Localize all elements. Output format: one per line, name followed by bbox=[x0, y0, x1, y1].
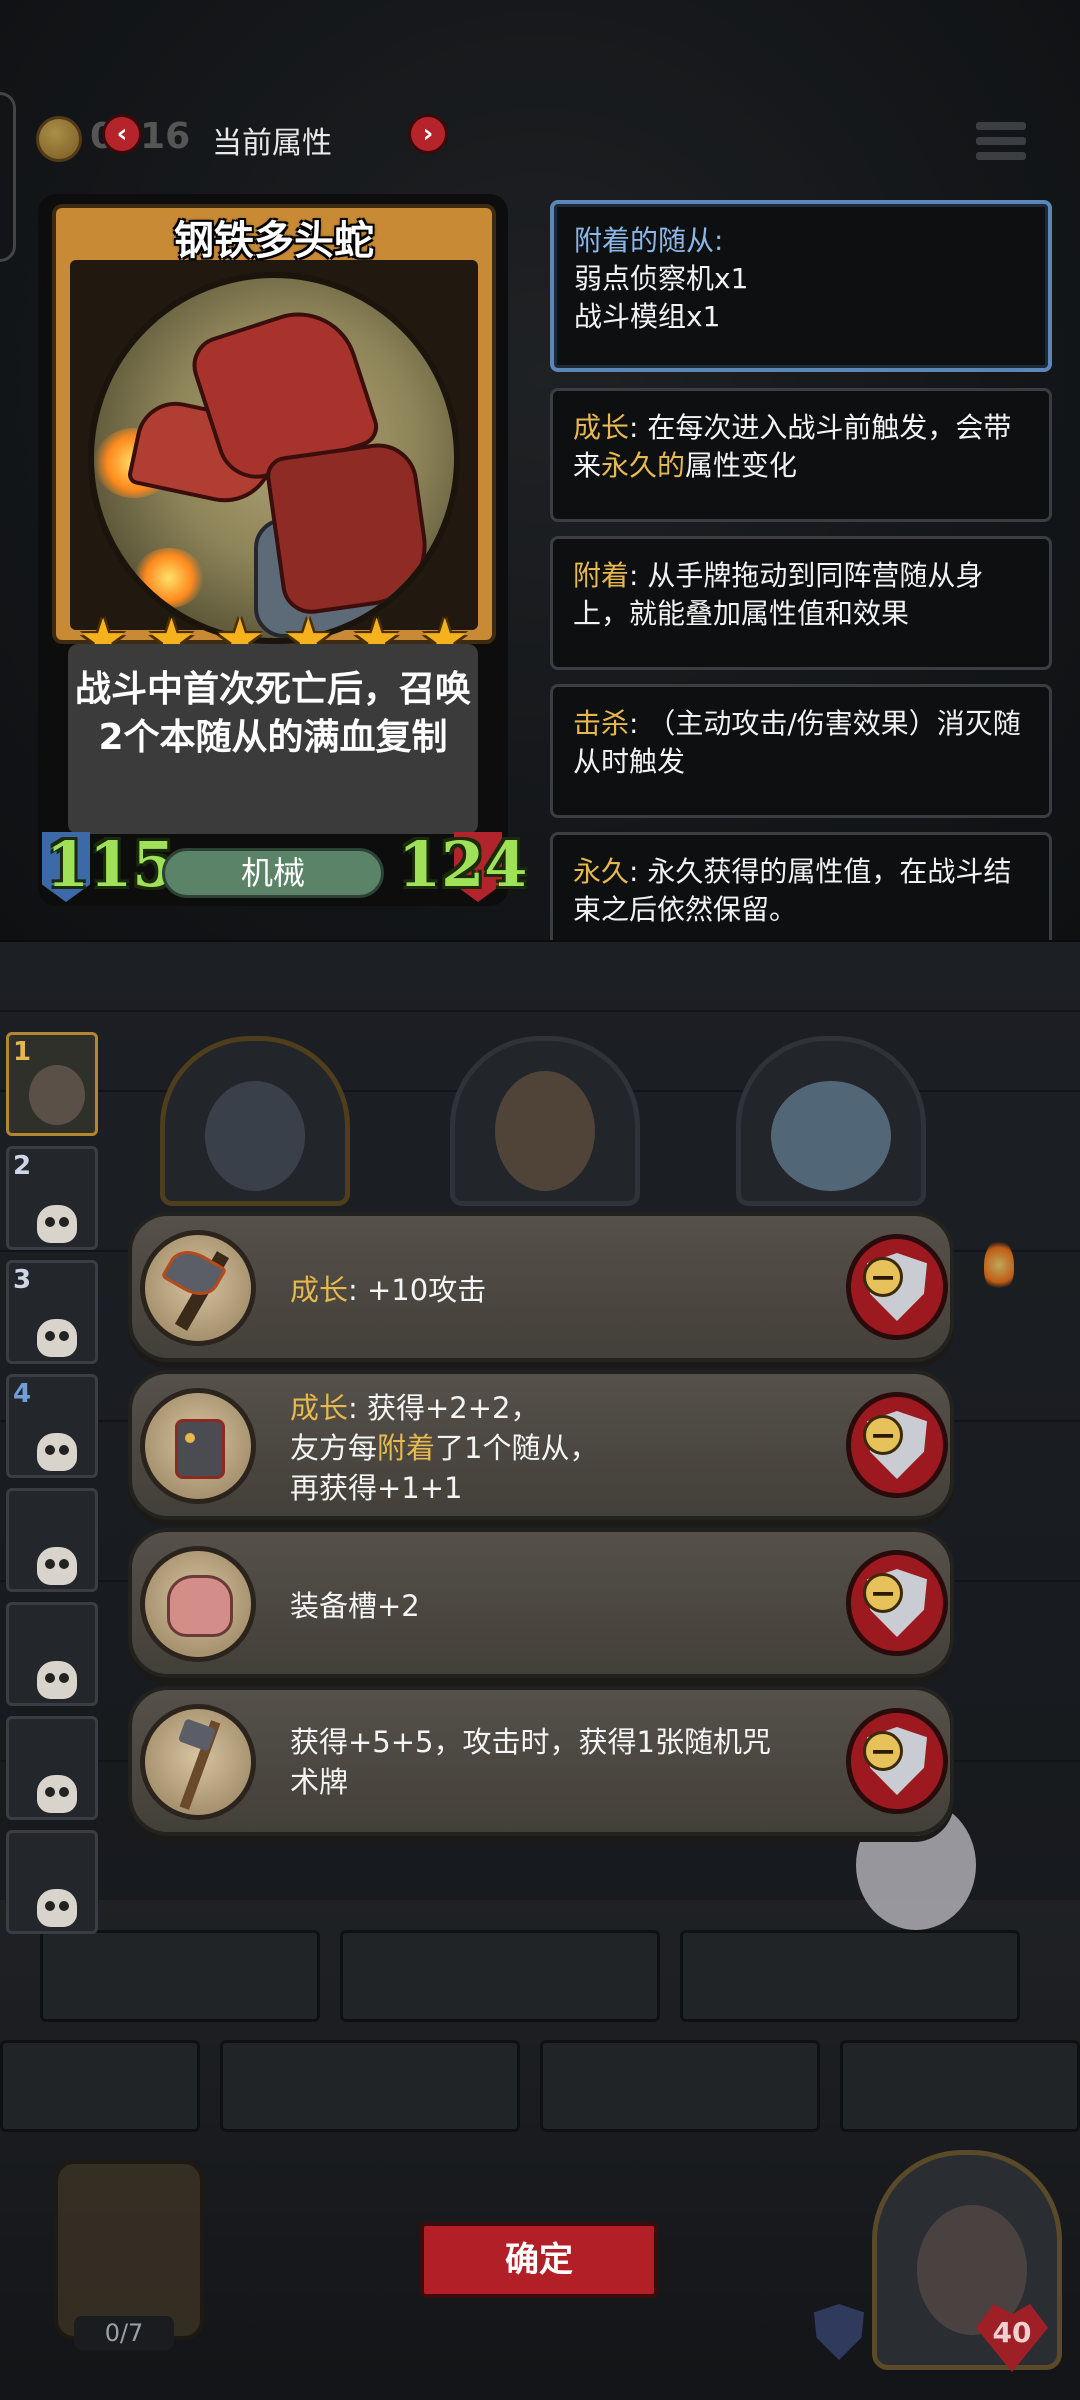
skull-icon bbox=[37, 1433, 77, 1471]
menu-icon[interactable] bbox=[976, 122, 1026, 168]
attached-item: 弱点侦察机x1 bbox=[574, 262, 749, 295]
lineup-slot[interactable] bbox=[6, 1602, 98, 1706]
robot-icon bbox=[140, 1388, 256, 1504]
keyword-text: : 永久获得的属性值，在战斗结束之后依然保留。 bbox=[573, 855, 1012, 926]
skull-icon bbox=[37, 1889, 77, 1927]
effect-text: 成长: 获得+2+2， 友方每附着了1个随从， 再获得+1+1 bbox=[290, 1388, 598, 1508]
attached-minions-box: 附着的随从: 弱点侦察机x1 战斗模组x1 bbox=[550, 200, 1052, 372]
keyword-term: 击杀 bbox=[573, 707, 630, 740]
effect-line: 友方每 bbox=[290, 1431, 378, 1465]
effect-row: 成长: +10攻击 − bbox=[128, 1212, 954, 1362]
deck-pile[interactable] bbox=[54, 2160, 204, 2340]
minion-thumb bbox=[29, 1065, 85, 1125]
next-arrow-button[interactable]: › bbox=[408, 114, 448, 154]
hero-health: 40 bbox=[992, 2316, 1032, 2349]
minus-icon: − bbox=[863, 1573, 903, 1613]
lineup-slot[interactable]: 4 bbox=[6, 1374, 98, 1478]
card-portrait bbox=[88, 272, 460, 644]
effect-keyword: 附着 bbox=[377, 1431, 436, 1465]
card-description: 战斗中首次死亡后，召唤2个本随从的满血复制 bbox=[74, 669, 471, 758]
effect-keyword: 成长 bbox=[290, 1391, 349, 1425]
page-title: 当前属性 bbox=[212, 126, 332, 161]
axe-icon bbox=[140, 1230, 256, 1346]
lineup-slot[interactable]: 1 bbox=[6, 1032, 98, 1136]
effect-line: 再获得+1+1 bbox=[290, 1471, 463, 1505]
skull-icon bbox=[37, 1205, 77, 1243]
effect-row: 装备槽+2 − bbox=[128, 1528, 954, 1678]
effect-text: 成长: +10攻击 bbox=[290, 1270, 486, 1310]
keyword-term: 永久 bbox=[573, 855, 630, 888]
tribe-label: 机械 bbox=[162, 848, 384, 898]
remove-effect-button[interactable]: − bbox=[846, 1708, 948, 1814]
effect-text: 获得+5+5，攻击时，获得1张随机咒 术牌 bbox=[290, 1722, 771, 1802]
card-name: 钢铁多头蛇 bbox=[174, 218, 374, 264]
effect-keyword: 成长 bbox=[290, 1273, 349, 1307]
lineup-slot[interactable]: 3 bbox=[6, 1260, 98, 1364]
minus-icon: − bbox=[863, 1415, 903, 1455]
effect-row: 成长: 获得+2+2， 友方每附着了1个随从， 再获得+1+1 − bbox=[128, 1370, 954, 1520]
keyword-text: : （主动攻击/伤害效果）消灭随从时触发 bbox=[573, 707, 1021, 778]
lineup-slot[interactable]: 2 bbox=[6, 1146, 98, 1250]
side-drawer-tab[interactable] bbox=[0, 92, 16, 262]
skull-icon bbox=[37, 1661, 77, 1699]
keyword-term: 附着 bbox=[573, 559, 630, 592]
keyword-term: 成长 bbox=[573, 411, 630, 444]
effect-line: 术牌 bbox=[290, 1765, 349, 1799]
keyword-text: : 从手牌拖动到同阵营随从身上，就能叠加属性值和效果 bbox=[573, 559, 984, 630]
skull-icon bbox=[37, 1547, 77, 1585]
remove-effect-button[interactable]: − bbox=[846, 1550, 948, 1656]
keyword-highlight: 永久的 bbox=[601, 449, 686, 482]
fire-effect bbox=[134, 548, 204, 608]
attached-item: 战斗模组x1 bbox=[574, 300, 721, 333]
lineup-slot[interactable] bbox=[6, 1830, 98, 1934]
skull-icon bbox=[37, 1319, 77, 1357]
effect-text: 装备槽+2 bbox=[290, 1586, 420, 1626]
lineup-slot[interactable] bbox=[6, 1488, 98, 1592]
slot-number: 2 bbox=[13, 1151, 32, 1181]
effect-line: 装备槽+2 bbox=[290, 1589, 420, 1623]
deck-count: 0/7 bbox=[74, 2316, 174, 2350]
keyword-text: 属性变化 bbox=[685, 449, 798, 482]
remove-effect-button[interactable]: − bbox=[846, 1234, 948, 1340]
effect-line: : +10攻击 bbox=[348, 1273, 487, 1307]
slot-number: 3 bbox=[13, 1265, 32, 1295]
effect-line: 了1个随从， bbox=[435, 1431, 599, 1465]
remove-effect-button[interactable]: − bbox=[846, 1392, 948, 1498]
keyword-attach-box: 附着: 从手牌拖动到同阵营随从身上，就能叠加属性值和效果 bbox=[550, 536, 1052, 670]
skull-icon bbox=[37, 1775, 77, 1813]
lineup-slot[interactable] bbox=[6, 1716, 98, 1820]
minus-icon: − bbox=[863, 1257, 903, 1297]
bag-icon bbox=[140, 1546, 256, 1662]
effect-row: 获得+5+5，攻击时，获得1张随机咒 术牌 − bbox=[128, 1686, 954, 1836]
prev-arrow-button[interactable]: ‹ bbox=[102, 114, 142, 154]
staff-icon bbox=[140, 1704, 256, 1820]
slot-number: 4 bbox=[13, 1379, 32, 1409]
effect-line: 获得+5+5，攻击时，获得1张随机咒 bbox=[290, 1725, 771, 1759]
coin-icon bbox=[36, 116, 82, 162]
keyword-kill-box: 击杀: （主动攻击/伤害效果）消灭随从时触发 bbox=[550, 684, 1052, 818]
slot-number: 1 bbox=[13, 1037, 32, 1067]
attack-value: 115 bbox=[46, 828, 176, 901]
confirm-button[interactable]: 确定 bbox=[420, 2222, 658, 2298]
minus-icon: − bbox=[863, 1731, 903, 1771]
attached-title: 附着的随从: bbox=[574, 224, 724, 257]
health-value: 124 bbox=[398, 828, 528, 901]
keyword-growth-box: 成长: 在每次进入战斗前触发，会带来永久的属性变化 bbox=[550, 388, 1052, 522]
keyword-permanent-box: 永久: 永久获得的属性值，在战斗结束之后依然保留。 bbox=[550, 832, 1052, 940]
effect-line: : 获得+2+2， bbox=[348, 1391, 540, 1425]
